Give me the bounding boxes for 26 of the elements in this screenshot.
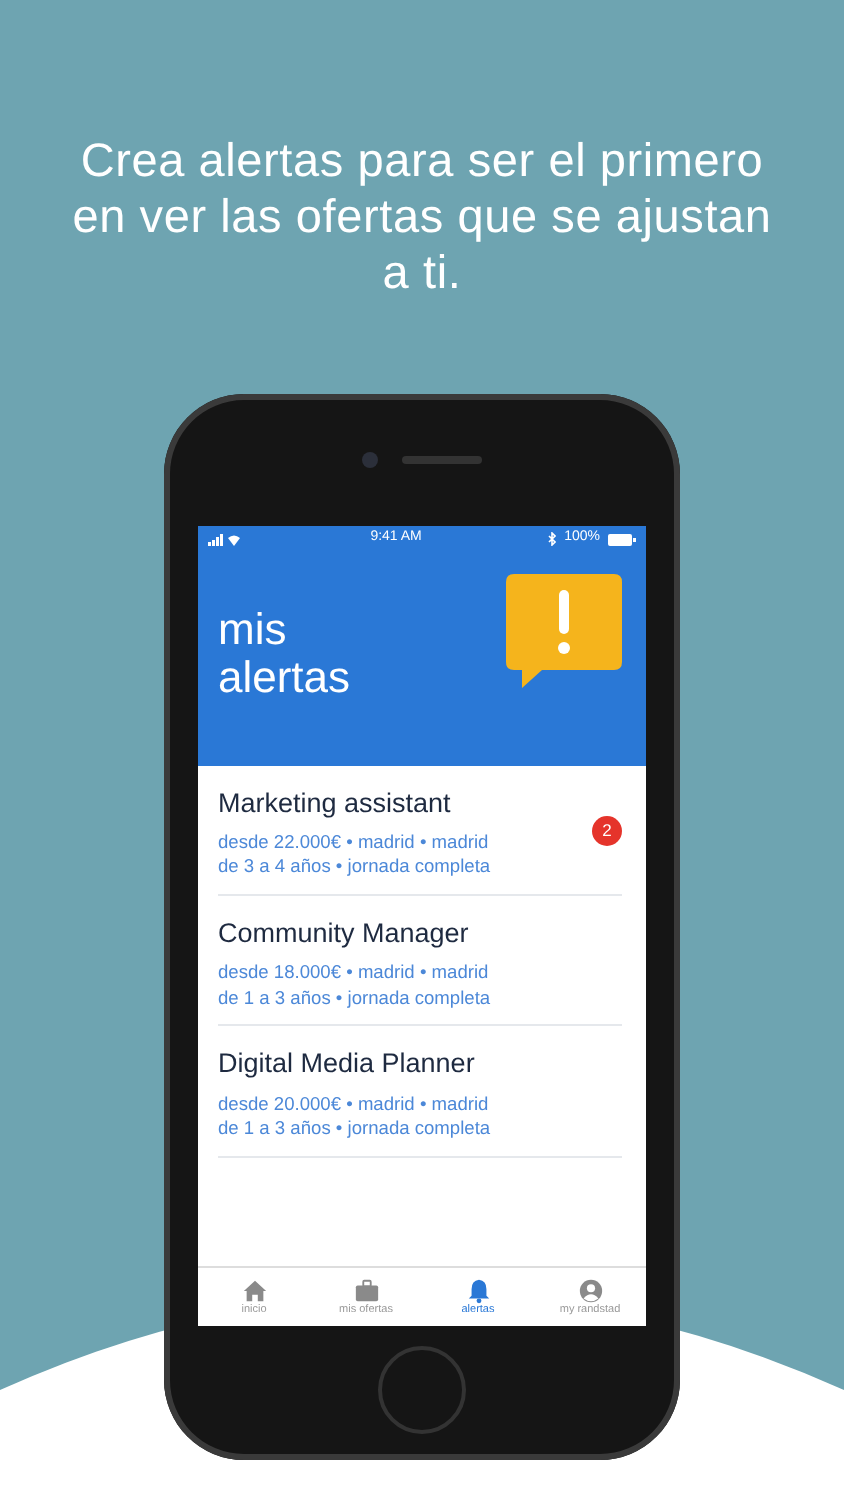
battery-icon: [608, 533, 636, 546]
profile-icon: [577, 1277, 603, 1304]
briefcase-icon: [353, 1277, 379, 1304]
page-title: mis alertas: [218, 605, 353, 702]
speaker-icon: [402, 455, 482, 464]
alert-details: de 1 a 3 años • jornada completa: [218, 985, 491, 1011]
alert-item[interactable]: Community Manager desde 18.000€ • madrid • madrid de 1 a 3 años • jornada completa: [218, 895, 622, 1027]
bell-icon: [465, 1277, 491, 1304]
alert-details: desde 22.000€ • madrid • madrid: [218, 829, 491, 855]
headline: Crea alertas para ser el primero en ver las ofertas que se ajustan a ti.: [70, 132, 774, 302]
alert-details: desde 20.000€ • madrid • madrid: [218, 1091, 491, 1117]
signal-wifi-icon: [208, 533, 244, 546]
alert-title: Digital Media Planner: [218, 1046, 477, 1083]
alert-details: desde 18.000€ • madrid • madrid: [218, 960, 491, 986]
alert-details: de 1 a 3 años • jornada completa: [218, 1116, 491, 1142]
home-button[interactable]: [378, 1345, 466, 1434]
alert-item[interactable]: Marketing assistant desde 22.000€ • madrid • madrid de 3 a 4 años • jornada completa 2: [218, 765, 622, 896]
home-icon: [241, 1277, 267, 1304]
alert-bubble-icon: [506, 573, 622, 690]
bluetooth-icon: [548, 532, 557, 547]
alert-details: de 3 a 4 años • jornada completa: [218, 854, 491, 880]
alert-item[interactable]: Digital Media Planner desde 20.000€ • madrid • madrid de 1 a 3 años • jornada completa: [218, 1026, 622, 1158]
notification-count: 2: [592, 816, 622, 847]
alert-title: Community Manager: [218, 915, 471, 952]
alert-title: Marketing assistant: [218, 785, 453, 822]
camera-icon: [362, 451, 378, 468]
